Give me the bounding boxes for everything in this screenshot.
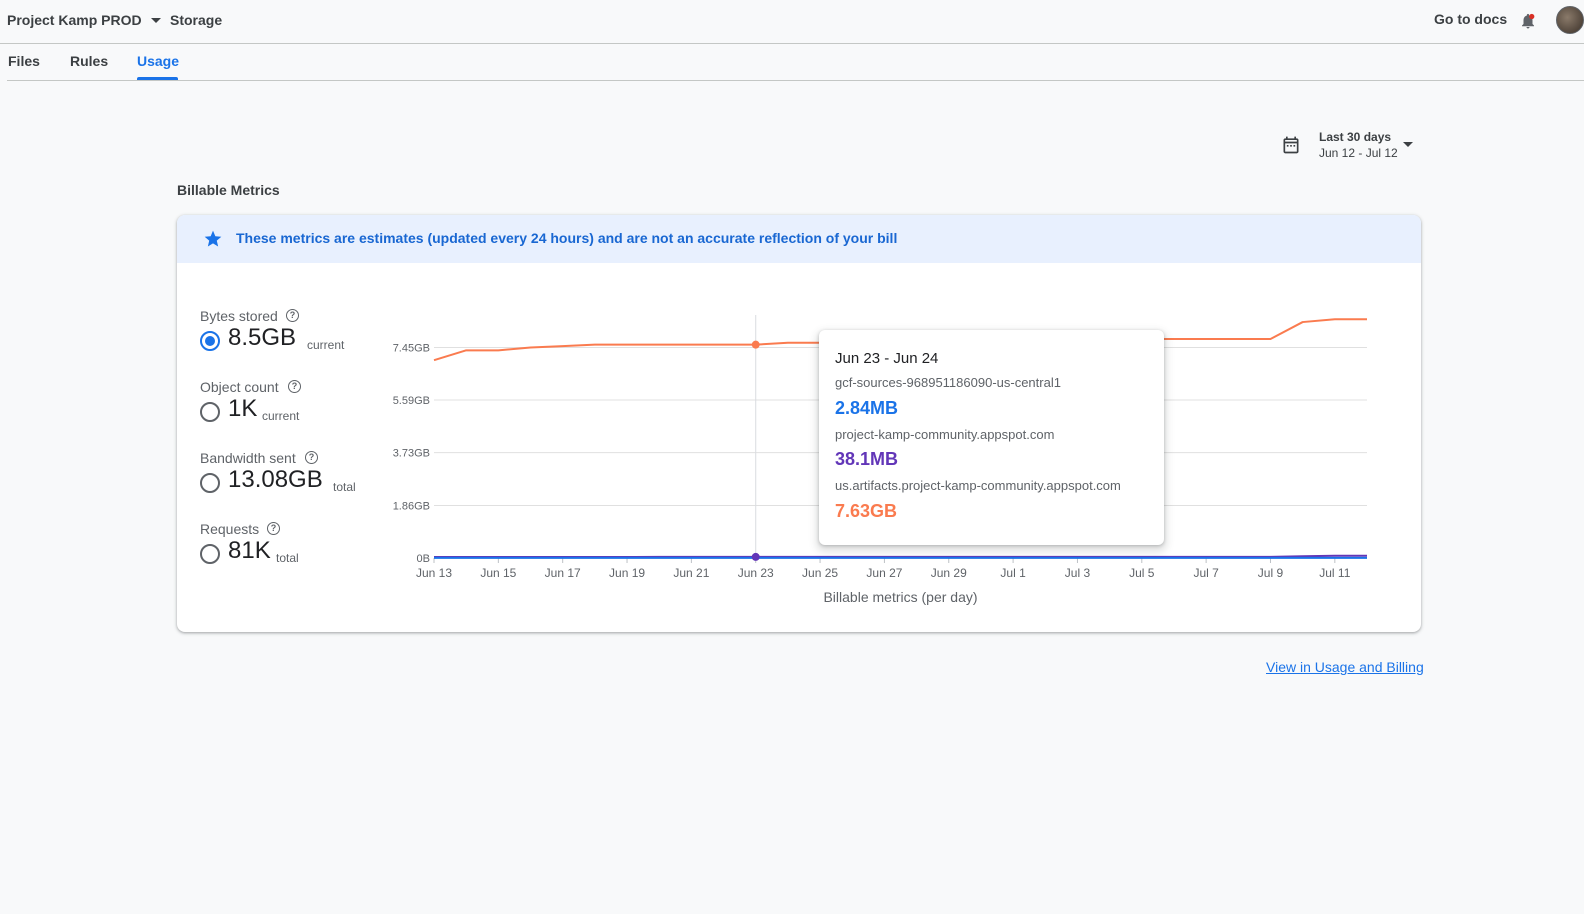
tab-bar: Files Rules Usage (7, 44, 1584, 81)
metric-label: Bandwidth sent (200, 450, 296, 466)
tooltip-series-name: gcf-sources-968951186090-us-central1 (835, 375, 1061, 390)
x-tick-label: Jun 27 (866, 566, 902, 580)
date-range-picker[interactable]: Last 30 days Jun 12 - Jul 12 (1281, 128, 1421, 162)
y-tick-label: 0B (417, 553, 430, 565)
x-tick-label: Jun 21 (673, 566, 709, 580)
chevron-down-icon (150, 17, 161, 23)
project-name: Project Kamp PROD (7, 12, 142, 28)
top-bar: Project Kamp PROD Storage Go to docs (0, 0, 1584, 44)
x-tick-label: Jun 19 (609, 566, 645, 580)
tooltip-series-name: us.artifacts.project-kamp-community.apps… (835, 478, 1121, 493)
metric-bytes-stored[interactable]: Bytes stored ? 8.5GB current (200, 308, 380, 368)
tooltip-title: Jun 23 - Jun 24 (835, 350, 939, 367)
help-icon[interactable]: ? (288, 380, 301, 393)
go-to-docs-link[interactable]: Go to docs (1434, 11, 1507, 27)
x-tick-label: Jul 3 (1065, 566, 1091, 580)
metric-bandwidth-sent[interactable]: Bandwidth sent ? 13.08GB total (200, 450, 380, 510)
tooltip-series-value: 38.1MB (835, 449, 899, 469)
tab-files[interactable]: Files (8, 53, 40, 69)
x-tick-label: Jul 5 (1129, 566, 1155, 580)
product-title: Storage (170, 12, 223, 28)
bell-icon[interactable] (1519, 11, 1537, 31)
banner-text: These metrics are estimates (updated eve… (236, 230, 898, 246)
chart-tooltip: Jun 23 - Jun 24 gcf-sources-968951186090… (819, 330, 1164, 545)
x-tick-label: Jun 13 (416, 566, 452, 580)
chevron-down-icon (1403, 142, 1413, 147)
info-banner: These metrics are estimates (updated eve… (177, 215, 1421, 263)
y-tick-label: 1.86GB (393, 500, 430, 512)
metric-value: 81K (228, 537, 271, 564)
metrics-card: These metrics are estimates (updated eve… (177, 215, 1421, 632)
help-icon[interactable]: ? (305, 451, 318, 464)
x-tick-label: Jul 9 (1258, 566, 1284, 580)
metric-label: Object count (200, 379, 279, 395)
date-range-title: Last 30 days (1319, 130, 1392, 144)
metric-object-count[interactable]: Object count ? 1K current (200, 379, 380, 439)
metric-radio[interactable] (200, 331, 220, 351)
series-line (434, 554, 1367, 558)
view-usage-billing-link[interactable]: View in Usage and Billing (1266, 659, 1424, 675)
tooltip-series-value: 7.63GB (835, 501, 898, 521)
help-icon[interactable]: ? (286, 309, 299, 322)
metric-label: Requests (200, 521, 260, 537)
x-tick-label: Jul 7 (1193, 566, 1219, 580)
x-tick-label: Jun 23 (738, 566, 774, 580)
avatar[interactable] (1556, 6, 1584, 34)
calendar-icon (1283, 136, 1299, 154)
date-range-value: Jun 12 - Jul 12 (1319, 146, 1398, 160)
x-tick-label: Jun 29 (931, 566, 967, 580)
hover-point (751, 552, 760, 561)
tooltip-series-value: 2.84MB (835, 398, 899, 418)
x-tick-label: Jun 17 (545, 566, 581, 580)
x-axis-title: Billable metrics (per day) (823, 589, 977, 605)
x-tick-label: Jun 25 (802, 566, 838, 580)
metric-value: 8.5GB (228, 324, 297, 351)
y-tick-label: 3.73GB (393, 448, 430, 460)
tooltip-series-name: project-kamp-community.appspot.com (835, 427, 1055, 442)
metric-value: 13.08GB (228, 466, 323, 493)
x-tick-label: Jul 1 (1000, 566, 1026, 580)
metric-radio[interactable] (200, 402, 220, 422)
project-selector[interactable]: Project Kamp PROD (7, 12, 161, 28)
tab-usage[interactable]: Usage (137, 53, 179, 69)
help-icon[interactable]: ? (267, 522, 280, 535)
y-tick-label: 7.45GB (393, 342, 430, 354)
x-tick-label: Jul 11 (1319, 566, 1350, 580)
y-tick-label: 5.59GB (393, 395, 430, 407)
metric-radio[interactable] (200, 544, 220, 564)
metric-requests[interactable]: Requests ? 81K total (200, 521, 380, 581)
metric-suffix: total (333, 480, 356, 494)
metric-value: 1K (228, 395, 258, 422)
metric-suffix: total (276, 551, 299, 565)
metric-radio[interactable] (200, 473, 220, 493)
tab-rules[interactable]: Rules (70, 53, 108, 69)
metric-suffix: current (262, 409, 300, 423)
section-title: Billable Metrics (177, 182, 280, 198)
x-tick-label: Jun 15 (480, 566, 516, 580)
metric-label: Bytes stored (200, 308, 278, 324)
metric-suffix: current (307, 338, 345, 352)
star-icon (204, 230, 222, 247)
active-tab-indicator (137, 77, 178, 80)
hover-point (751, 340, 760, 349)
